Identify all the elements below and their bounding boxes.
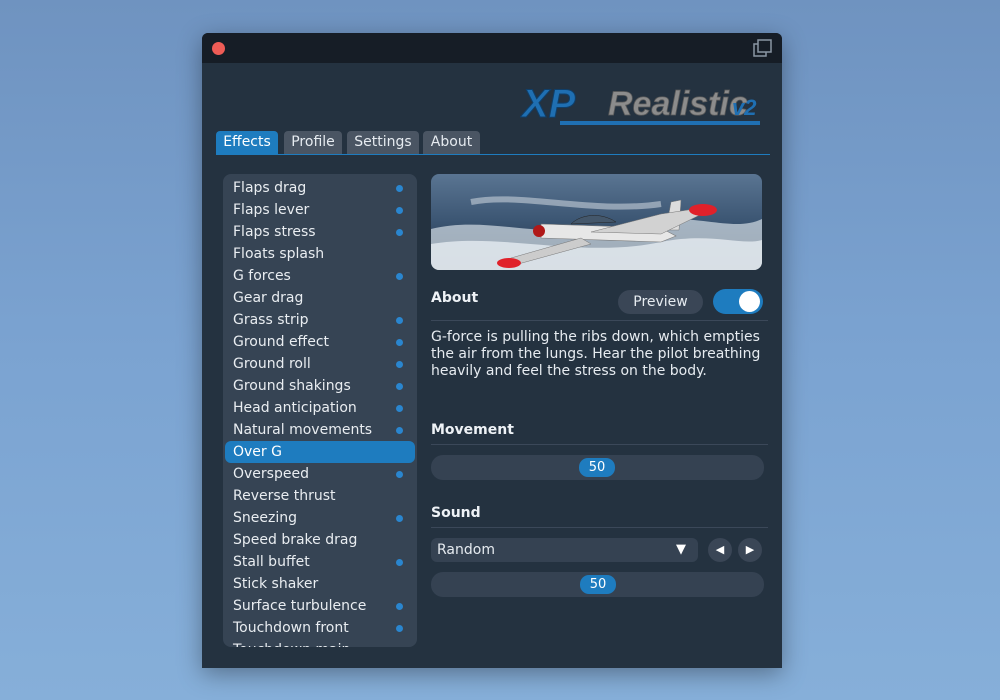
divider — [431, 320, 768, 321]
list-item-label: Stick shaker — [233, 576, 319, 592]
enabled-indicator — [396, 427, 403, 434]
list-item-label: Over G — [233, 444, 282, 460]
enabled-indicator — [396, 405, 403, 412]
divider — [431, 444, 768, 445]
movement-slider-thumb[interactable]: 50 — [579, 458, 615, 477]
toggle-knob — [739, 291, 760, 312]
list-item-ground-shakings[interactable]: Ground shakings — [225, 375, 415, 397]
list-item-sneezing[interactable]: Sneezing — [225, 507, 415, 529]
list-item-gear-drag[interactable]: Gear drag — [225, 287, 415, 309]
close-icon[interactable] — [212, 42, 225, 55]
list-item-stall-buffet[interactable]: Stall buffet — [225, 551, 415, 573]
list-item-label: Touchdown front — [233, 620, 349, 636]
xprealistic-logo: XP Realistic v2 — [520, 83, 760, 127]
list-item-flaps-drag[interactable]: Flaps drag — [225, 177, 415, 199]
list-item-label: Overspeed — [233, 466, 309, 482]
enabled-indicator — [396, 273, 403, 280]
divider — [431, 527, 768, 528]
list-item-label: Reverse thrust — [233, 488, 336, 504]
list-item-label: Grass strip — [233, 312, 309, 328]
sound-select[interactable]: Random ▼ — [431, 538, 698, 562]
effect-description: G-force is pulling the ribs down, which … — [431, 329, 761, 379]
list-item-touchdown-main[interactable]: Touchdown main — [225, 639, 415, 647]
sound-slider-thumb[interactable]: 50 — [580, 575, 616, 594]
movement-heading: Movement — [431, 422, 514, 438]
enabled-indicator — [396, 361, 403, 368]
list-item-label: Sneezing — [233, 510, 297, 526]
list-item-overspeed[interactable]: Overspeed — [225, 463, 415, 485]
list-item-label: Natural movements — [233, 422, 373, 438]
movement-slider[interactable]: 50 — [431, 455, 764, 480]
preview-toggle[interactable] — [713, 289, 763, 314]
sound-select-value: Random — [437, 542, 495, 558]
enabled-indicator — [396, 339, 403, 346]
list-item-label: Gear drag — [233, 290, 304, 306]
sound-heading: Sound — [431, 505, 481, 521]
tab-effects[interactable]: Effects — [216, 131, 278, 154]
list-item-label: Flaps stress — [233, 224, 316, 240]
enabled-indicator — [396, 603, 403, 610]
list-item-label: Speed brake drag — [233, 532, 358, 548]
list-item-label: Floats splash — [233, 246, 325, 262]
effect-preview-image — [431, 174, 762, 270]
tab-settings[interactable]: Settings — [347, 131, 419, 154]
enabled-indicator — [396, 559, 403, 566]
list-item-label: Surface turbulence — [233, 598, 367, 614]
list-item-stick-shaker[interactable]: Stick shaker — [225, 573, 415, 595]
tab-profile[interactable]: Profile — [284, 131, 342, 154]
tab-about[interactable]: About — [423, 131, 480, 154]
enabled-indicator — [396, 185, 403, 192]
sound-slider[interactable]: 50 — [431, 572, 764, 597]
list-item-label: G forces — [233, 268, 291, 284]
list-item-head-anticipation[interactable]: Head anticipation — [225, 397, 415, 419]
list-item-touchdown-front[interactable]: Touchdown front — [225, 617, 415, 639]
tab-underline — [216, 154, 770, 155]
restore-window-icon[interactable] — [753, 39, 773, 57]
list-item-ground-roll[interactable]: Ground roll — [225, 353, 415, 375]
list-item-label: Flaps lever — [233, 202, 310, 218]
arrow-right-icon: ▶ — [745, 543, 755, 556]
next-sound-button[interactable]: ▶ — [738, 538, 762, 562]
list-item-flaps-stress[interactable]: Flaps stress — [225, 221, 415, 243]
list-item-ground-effect[interactable]: Ground effect — [225, 331, 415, 353]
list-item-natural-movements[interactable]: Natural movements — [225, 419, 415, 441]
app-window: XP Realistic v2 Effects Profile Settings… — [202, 33, 782, 668]
enabled-indicator — [396, 207, 403, 214]
enabled-indicator — [396, 515, 403, 522]
list-item-surface-turbulence[interactable]: Surface turbulence — [225, 595, 415, 617]
list-item-label: Stall buffet — [233, 554, 310, 570]
previous-sound-button[interactable]: ◀ — [708, 538, 732, 562]
preview-button[interactable]: Preview — [618, 290, 703, 314]
list-item-label: Head anticipation — [233, 400, 357, 416]
about-heading: About — [431, 290, 479, 306]
enabled-indicator — [396, 317, 403, 324]
enabled-indicator — [396, 625, 403, 632]
list-item-label: Touchdown main — [233, 639, 350, 647]
list-item-label: Ground roll — [233, 356, 311, 372]
svg-text:XP: XP — [520, 83, 576, 126]
list-item-grass-strip[interactable]: Grass strip — [225, 309, 415, 331]
effects-list[interactable]: Flaps drag Flaps lever Flaps stress Floa… — [223, 174, 417, 647]
enabled-indicator — [396, 383, 403, 390]
list-item-label: Flaps drag — [233, 180, 307, 196]
list-item-reverse-thrust[interactable]: Reverse thrust — [225, 485, 415, 507]
list-item-over-g[interactable]: Over G — [225, 441, 415, 463]
enabled-indicator — [396, 471, 403, 478]
title-bar[interactable] — [202, 33, 782, 63]
list-item-label: Ground effect — [233, 334, 330, 350]
list-item-g-forces[interactable]: G forces — [225, 265, 415, 287]
dropdown-caret-icon: ▼ — [676, 542, 686, 557]
svg-text:v2: v2 — [732, 95, 757, 120]
list-item-floats-splash[interactable]: Floats splash — [225, 243, 415, 265]
svg-text:Realistic: Realistic — [608, 85, 748, 123]
list-item-flaps-lever[interactable]: Flaps lever — [225, 199, 415, 221]
list-item-speed-brake-drag[interactable]: Speed brake drag — [225, 529, 415, 551]
list-item-label: Ground shakings — [233, 378, 351, 394]
enabled-indicator — [396, 229, 403, 236]
arrow-left-icon: ◀ — [715, 543, 725, 556]
